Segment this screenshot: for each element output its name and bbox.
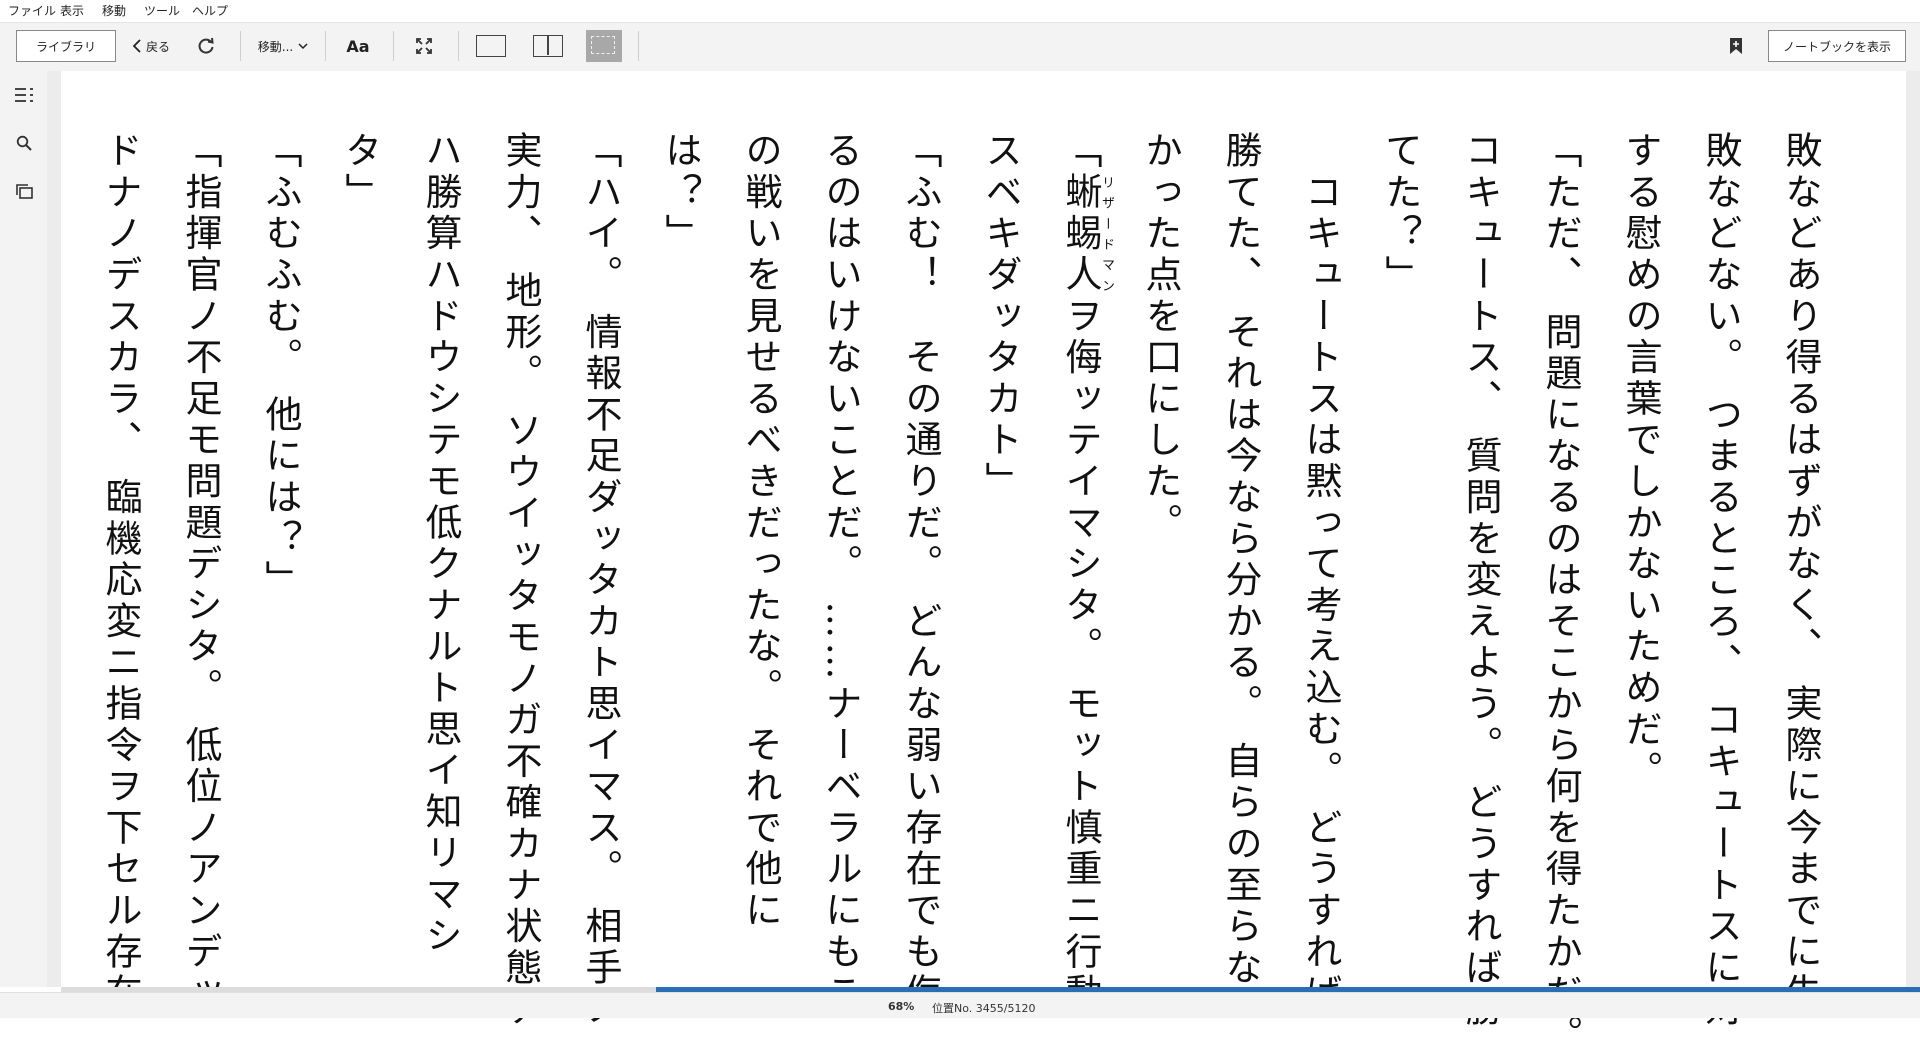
text-line: 敗などない。 つまるところ、 コキュートスに対 (1699, 131, 1742, 1031)
flashcards-icon (16, 184, 33, 199)
single-page-icon[interactable] (476, 35, 506, 57)
text-line: コキュートスは黙って考え込む。 どうすれば (1299, 131, 1342, 1015)
text-line: 「ハイ。 情報不足ダッタカト思イマス。 相手ノ (579, 131, 622, 1031)
page-gutter-right (1906, 71, 1920, 987)
page-gutter-left (47, 71, 61, 987)
side-rail (0, 71, 47, 987)
fullscreen-icon (416, 38, 432, 54)
text-line: タ」 (339, 131, 382, 214)
text-line: 「ふむふむ。 他には？」 (259, 131, 302, 602)
ruby-word: 蜥蜴人リザードマン (1059, 172, 1114, 297)
search-button[interactable] (12, 131, 36, 155)
text-line: ハ勝算ハドウシテモ低クナルト思イ知リマシ (419, 131, 462, 957)
text-line: ドナノデスカラ、 臨機応変ニ指令ヲ下セル存在 (99, 131, 142, 1015)
back-chevron-icon (132, 39, 141, 53)
location-indicator: 位置No. 3455/5120 (932, 1002, 1036, 1015)
flashcards-button[interactable] (12, 179, 36, 203)
text-line: の戦いを見せるべきだったな。 それで他に (739, 131, 782, 932)
text-line: 「指揮官ノ不足モ問題デシタ。 低位ノアンデッ (179, 131, 222, 1015)
text-line: コキュートス、 質問を変えよう。 どうすれば勝 (1459, 131, 1502, 1031)
toolbar-divider (325, 31, 326, 61)
goto-label: 移動... (257, 39, 294, 54)
text-line: 勝てた、 それは今なら分かる。 自らの至らな (1219, 131, 1262, 990)
toolbar-divider (638, 31, 639, 61)
toc-button[interactable] (12, 83, 36, 107)
ruby-base: 蜥蜴人 (1059, 172, 1102, 297)
vertical-text-body: 敗などあり得るはずがなく、 実際に今までに失 敗などない。 つまるところ、 コキ… (80, 131, 1840, 1056)
text-line: るのはいけないことだ。 ……ナーベラルにもこ (819, 131, 862, 1015)
refresh-icon (198, 37, 214, 54)
back-button[interactable]: 戻る (128, 30, 174, 62)
text-line: は？」 (659, 131, 702, 255)
menu-file[interactable]: ファイル (8, 3, 56, 19)
status-bar: 68% 位置No. 3455/5120 (0, 992, 1920, 1018)
toc-icon (15, 88, 33, 102)
notebook-button[interactable]: ノートブックを表示 (1768, 30, 1906, 62)
library-button[interactable]: ライブラリ (16, 30, 116, 62)
text-line: する慰めの言葉でしかないためだ。 (1619, 131, 1662, 792)
toolbar: ライブラリ 戻る 移動... Aa ノートブックを表示 (0, 22, 1920, 72)
text-line-with-ruby: 「蜥蜴人リザードマンヲ侮ッテイマシタ。 モット慎重ニ行動 (1040, 131, 1120, 1014)
toolbar-divider (240, 31, 241, 61)
refresh-button[interactable] (192, 32, 220, 60)
toolbar-divider (393, 31, 394, 61)
search-icon (16, 135, 32, 151)
progress-percent: 68% (888, 1000, 915, 1013)
bookmark-button[interactable] (1722, 32, 1750, 60)
text-line: 「ただ、 問題になるのはそこから何を得たかだ。 (1539, 131, 1582, 1056)
text-line: かった点を口にした。 (1139, 131, 1182, 544)
menu-view[interactable]: 表示 (60, 3, 84, 19)
menu-tools[interactable]: ツール (144, 3, 180, 19)
text-line: 敗などあり得るはずがなく、 実際に今までに失 (1779, 131, 1822, 1015)
text-line: 実力、 地形。 ソウイッタモノガ不確カナ状態デ (499, 131, 542, 1031)
text-line: てた？」 (1379, 131, 1422, 297)
menu-help[interactable]: ヘルプ (192, 3, 228, 19)
text-line: スベキダッタカト」 (979, 131, 1022, 503)
font-settings-button[interactable]: Aa (340, 30, 376, 62)
toolbar-divider (458, 31, 459, 61)
text-line-tail: ヲ侮ッテイマシタ。 モット慎重ニ行動 (1059, 296, 1102, 1015)
text-line: 「ふむ！ その通りだ。 どんな弱い存在でも侮 (899, 131, 942, 1015)
reading-page[interactable]: 敗などあり得るはずがなく、 実際に今までに失 敗などない。 つまるところ、 コキ… (61, 71, 1906, 1056)
ruby-reading: リザードマン (1099, 172, 1114, 297)
menu-bar: ファイル 表示 移動 ツール ヘルプ (0, 0, 1920, 22)
back-label: 戻る (145, 39, 170, 54)
text-line-head: 「 (1059, 131, 1102, 173)
menu-go[interactable]: 移動 (102, 3, 126, 19)
fullscreen-button[interactable] (410, 32, 438, 60)
fit-page-icon[interactable] (586, 30, 622, 62)
goto-menu-button[interactable]: 移動... (252, 30, 314, 62)
chevron-down-icon (298, 43, 308, 50)
two-page-icon[interactable] (533, 35, 563, 57)
bookmark-add-icon (1730, 38, 1742, 54)
